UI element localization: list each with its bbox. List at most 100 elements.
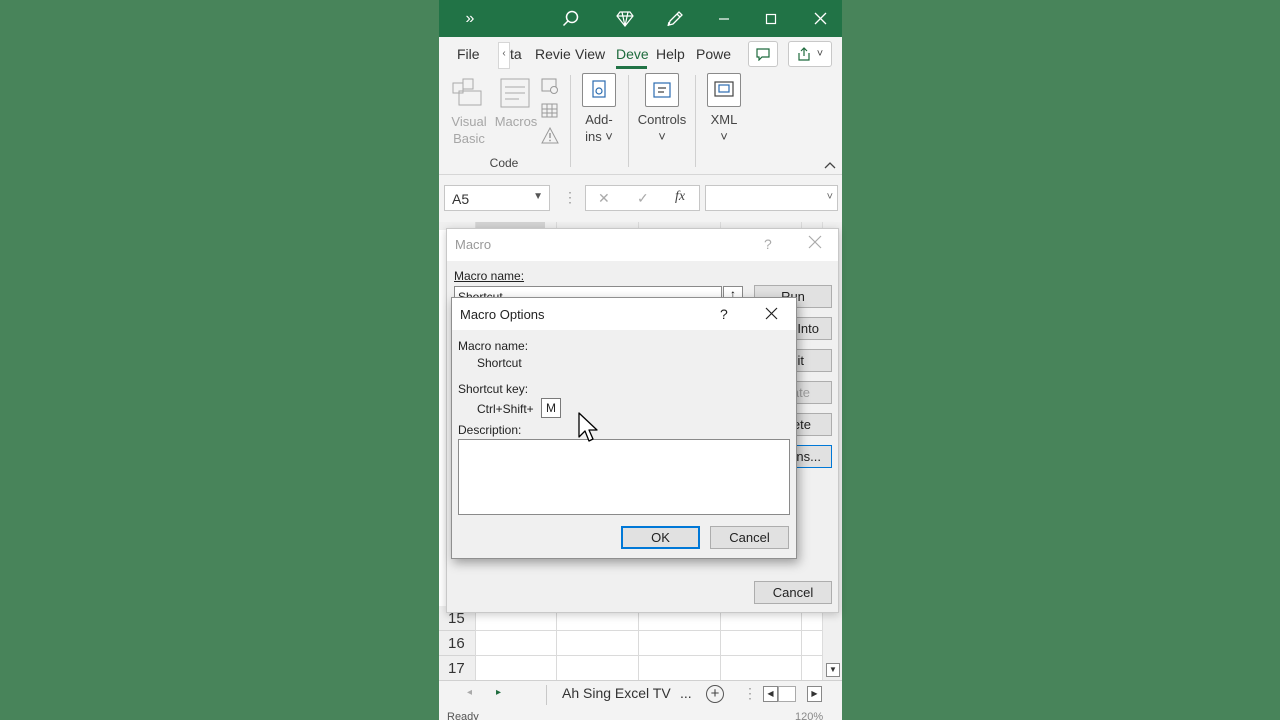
status-ready: Ready [447, 711, 479, 720]
xml-label: XML [710, 112, 738, 127]
options-macro-name-value: Shortcut [477, 356, 522, 370]
cancel-entry-icon[interactable]: ✕ [598, 190, 610, 207]
more-sheets-button[interactable]: ... [680, 685, 692, 701]
tab-data[interactable]: ta [510, 46, 522, 62]
ribbon-separator [695, 75, 696, 167]
split-grip-icon[interactable]: ⋮ [743, 685, 757, 702]
next-sheet-icon[interactable]: ▸ [496, 687, 501, 698]
enter-icon[interactable]: ✓ [637, 190, 649, 207]
grid-line [475, 655, 822, 656]
visual-basic-button[interactable]: Visual Basic [447, 113, 491, 147]
ribbon-separator [628, 75, 629, 167]
shortcut-prefix: Ctrl+Shift+ [477, 402, 534, 416]
pen-icon[interactable] [663, 0, 687, 37]
macro-options-help-icon[interactable]: ? [720, 306, 728, 322]
edit-label: it [797, 353, 805, 368]
step-into-label: Into [797, 321, 819, 336]
close-icon[interactable] [808, 0, 832, 37]
macro-dialog-titlebar: Macro ? [447, 229, 838, 261]
macro-options-title: Macro Options [460, 307, 545, 322]
macros-icon [499, 77, 533, 109]
tab-review[interactable]: Revie [535, 46, 571, 62]
controls-label: Controls [637, 112, 687, 127]
scroll-right-icon[interactable]: ▶ [807, 686, 822, 702]
insert-function-icon[interactable]: fx [675, 189, 685, 205]
row-header-16[interactable]: 16 [439, 631, 475, 656]
macro-dialog-help-icon[interactable]: ? [764, 236, 772, 252]
ribbon-separator [570, 75, 571, 167]
name-box-value: A5 [452, 191, 470, 207]
tab-help[interactable]: Help [656, 46, 685, 62]
options-label: ns... [796, 449, 821, 464]
ok-button[interactable]: OK [621, 526, 700, 549]
macro-options-close-icon[interactable] [765, 307, 779, 321]
formula-buttons: ✕ ✓ fx [585, 185, 700, 211]
horizontal-scrollbar[interactable] [778, 686, 796, 702]
maximize-icon[interactable] [759, 0, 783, 37]
add-ins-label-1: Add- [585, 112, 613, 127]
row-header-17[interactable]: 17 [439, 656, 475, 681]
shortcut-key-label: Shortcut key: [458, 382, 529, 396]
options-cancel-button[interactable]: Cancel [710, 526, 789, 549]
scroll-left-icon[interactable]: ◀ [763, 686, 778, 702]
chevron-down-icon: ˅ [816, 48, 824, 60]
macro-cancel-button[interactable]: Cancel [754, 581, 832, 604]
tab-scroll-left-icon[interactable]: ‹ [498, 42, 510, 69]
ribbon: Visual Basic Macros Code Add- ins ˅ Cont… [439, 71, 842, 175]
search-icon[interactable] [559, 0, 583, 37]
add-sheet-icon[interactable]: + [706, 685, 724, 703]
tab-view[interactable]: View [575, 46, 605, 62]
add-ins-label-2: ins ˅ [585, 129, 613, 144]
sheet-tab-bar: ◂ ▸ Ah Sing Excel TV ... + ⋮ ◀ ▶ [439, 680, 842, 708]
tab-file[interactable]: File [457, 46, 480, 62]
controls-button[interactable]: Controls ˅ [631, 111, 693, 145]
macro-security-warning-icon[interactable] [541, 126, 559, 145]
macros-button[interactable]: Macros [493, 113, 539, 130]
collapse-ribbon-icon[interactable] [823, 157, 837, 169]
formula-bar: A5 ▼ ⋮ ✕ ✓ fx ˅ [439, 176, 842, 222]
status-bar: Ready 120% [439, 708, 842, 720]
add-ins-button[interactable]: Add- ins ˅ [576, 111, 622, 145]
visual-basic-label-1: Visual [451, 114, 487, 129]
comments-button[interactable] [748, 41, 778, 67]
name-box[interactable]: A5 ▼ [444, 185, 550, 211]
macro-options-titlebar: Macro Options ? [452, 298, 796, 330]
zoom-level[interactable]: 120% [795, 711, 823, 720]
active-tab-indicator [616, 66, 647, 69]
minimize-icon[interactable] [712, 0, 736, 37]
visual-basic-icon [451, 77, 487, 107]
group-label-code: Code [489, 156, 519, 170]
formula-input[interactable]: ˅ [705, 185, 838, 211]
scroll-down-icon[interactable]: ▼ [826, 663, 840, 677]
macro-dialog-close-icon[interactable] [808, 235, 824, 251]
options-macro-name-label: Macro name: [458, 339, 529, 353]
macro-options-dialog: Macro Options ? Macro name: Shortcut Sho… [451, 297, 797, 559]
add-ins-icon [582, 73, 616, 107]
tab-developer[interactable]: Deve [616, 46, 649, 62]
grid-line [475, 630, 822, 631]
xml-button[interactable]: XML ˅ [703, 111, 745, 145]
relative-references-icon[interactable] [541, 102, 559, 120]
diamond-icon[interactable] [613, 0, 637, 37]
sheet-tab[interactable]: Ah Sing Excel TV [562, 685, 671, 701]
share-button[interactable]: ˅ [788, 41, 832, 67]
mouse-cursor-icon [578, 412, 600, 444]
shortcut-key-input[interactable]: M [541, 398, 561, 418]
macro-name-label: Macro name: [454, 269, 525, 283]
tab-power[interactable]: Powe [696, 46, 731, 62]
chevron-down-icon: ˅ [720, 129, 728, 144]
chevron-down-icon: ▼ [533, 191, 543, 202]
xml-icon [707, 73, 741, 107]
divider [546, 685, 547, 705]
description-textarea[interactable] [458, 439, 790, 515]
chevron-down-icon: ˅ [826, 191, 833, 203]
description-label: Description: [458, 423, 522, 437]
title-bar: » [439, 0, 842, 37]
previous-sheet-icon[interactable]: ◂ [467, 687, 472, 698]
record-macro-icon[interactable] [541, 77, 559, 95]
quick-access-overflow-icon[interactable]: » [459, 0, 481, 37]
macro-dialog-title: Macro [455, 237, 492, 252]
visual-basic-label-2: Basic [453, 131, 485, 146]
chevron-down-icon: ˅ [658, 129, 666, 144]
controls-icon [645, 73, 679, 107]
